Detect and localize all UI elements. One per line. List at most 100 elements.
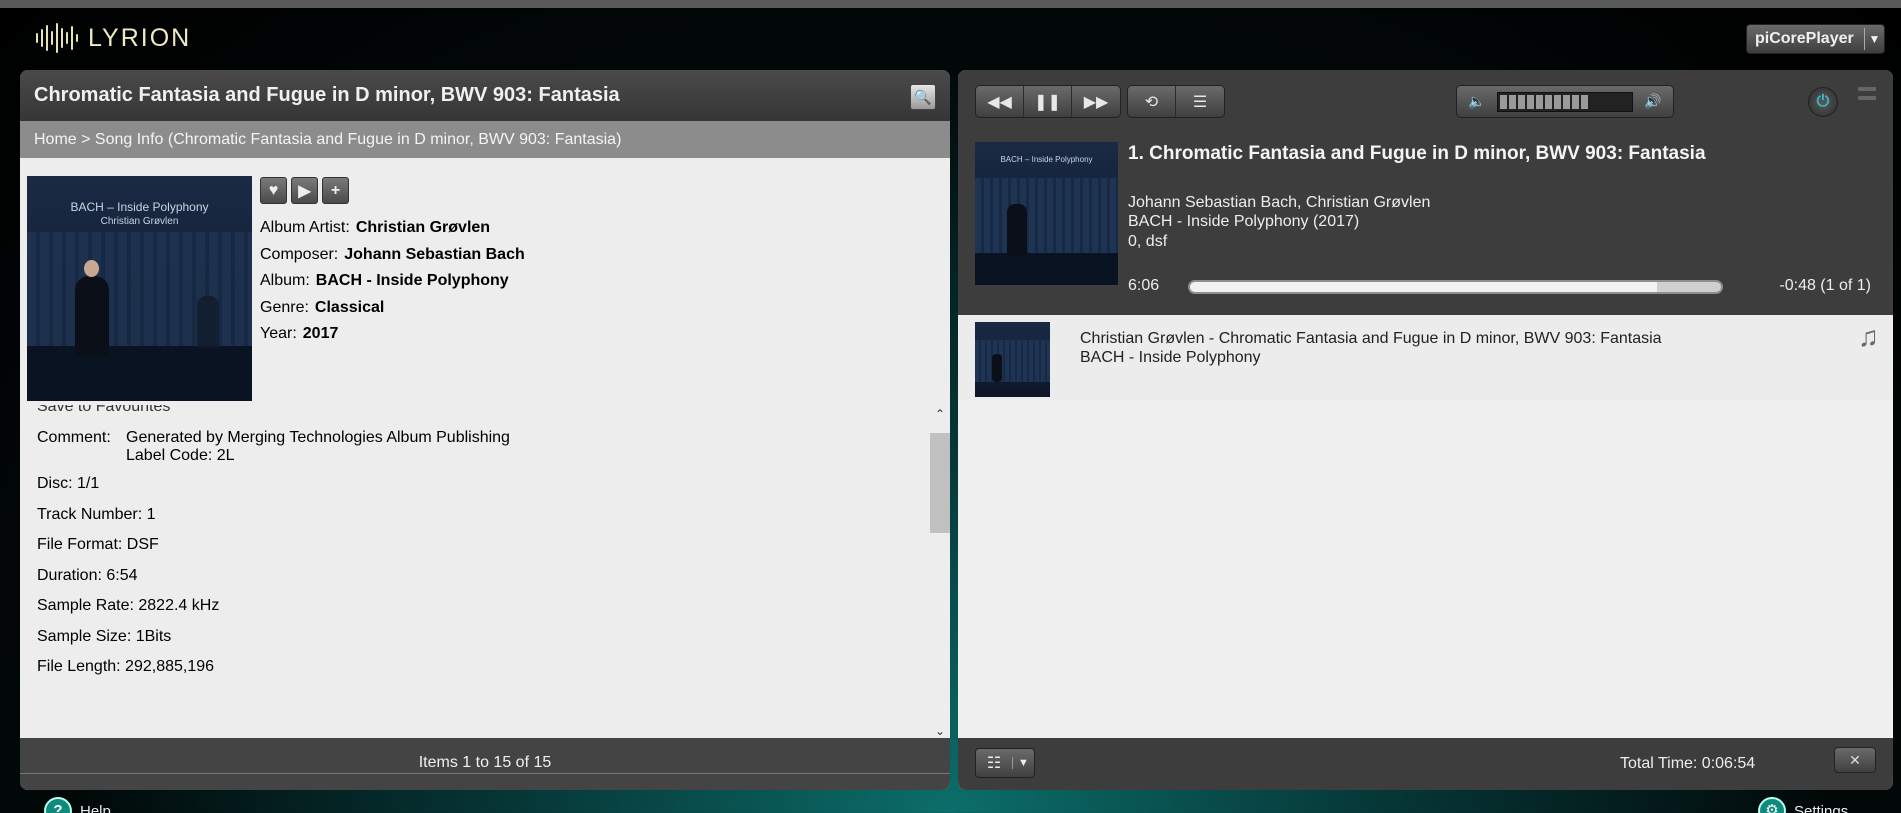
search-icon: 🔍 bbox=[914, 88, 932, 105]
song-actions: ♥ ▶ + bbox=[260, 177, 349, 204]
list-item: File Format: DSF bbox=[37, 536, 159, 553]
gear-icon: ⚙ bbox=[1758, 797, 1786, 813]
player-name: piCorePlayer bbox=[1755, 30, 1854, 47]
playlist-item-album: BACH - Inside Polyphony bbox=[1080, 349, 1261, 366]
list-item: File Length: 292,885,196 bbox=[37, 658, 215, 675]
volume-segment bbox=[1518, 94, 1525, 109]
volume-segment bbox=[1572, 94, 1579, 109]
chevron-down-icon: ▼ bbox=[1012, 757, 1034, 769]
speaker-high-icon: 🔊 bbox=[1644, 93, 1662, 109]
album-cover[interactable]: BACH – Inside Polyphony Christian Grøvle… bbox=[27, 176, 252, 401]
playlist-item[interactable]: Christian Grøvlen - Chromatic Fantasia a… bbox=[958, 315, 1893, 400]
song-details-list: Save to Favourites Comment: Generated by… bbox=[20, 405, 930, 740]
app-logo: LYRION bbox=[36, 22, 191, 54]
volume-segment bbox=[1545, 94, 1552, 109]
meta-label: Album: bbox=[260, 272, 310, 289]
favorite-button[interactable]: ♥ bbox=[260, 177, 287, 204]
scrollbar-thumb[interactable] bbox=[930, 433, 950, 533]
cover-title: BACH – Inside Polyphony bbox=[1000, 155, 1093, 164]
meta-label: Album Artist: bbox=[260, 219, 350, 236]
player-menu-button[interactable] bbox=[1858, 87, 1880, 117]
comment-label: Comment: bbox=[37, 429, 111, 446]
view-mode-button[interactable]: ☷ ▼ bbox=[975, 748, 1035, 778]
meta-value[interactable]: 2017 bbox=[303, 325, 339, 342]
repeat-button[interactable]: ⟲ bbox=[1128, 86, 1176, 117]
pause-button[interactable]: ❚❚ bbox=[1024, 86, 1072, 117]
meta-label: Year: bbox=[260, 325, 297, 342]
track-title[interactable]: 1. Chromatic Fantasia and Fugue in D min… bbox=[1128, 143, 1706, 165]
help-link[interactable]: ? Help bbox=[44, 797, 111, 813]
volume-segment bbox=[1536, 94, 1543, 109]
repeat-icon: ⟲ bbox=[1144, 93, 1159, 111]
list-item: Sample Rate: 2822.4 kHz bbox=[37, 597, 220, 614]
volume-segment bbox=[1554, 94, 1561, 109]
now-playing-cover[interactable]: BACH – Inside Polyphony bbox=[975, 142, 1118, 285]
progress-bar[interactable] bbox=[1188, 280, 1723, 294]
settings-link[interactable]: ⚙ Settings bbox=[1758, 797, 1848, 813]
list-item[interactable]: Save to Favourites bbox=[37, 405, 170, 416]
volume-up-button[interactable]: 🔊 bbox=[1633, 93, 1673, 110]
meta-value[interactable]: Johann Sebastian Bach bbox=[344, 246, 525, 263]
meta-row: Album: BACH - Inside Polyphony bbox=[260, 268, 525, 295]
list-item: Duration: 6:54 bbox=[37, 567, 138, 584]
page-title: Chromatic Fantasia and Fugue in D minor,… bbox=[34, 84, 620, 106]
settings-label: Settings bbox=[1794, 802, 1849, 813]
power-icon: ⏻ bbox=[1816, 93, 1830, 110]
meta-row: Year: 2017 bbox=[260, 321, 525, 348]
help-icon: ? bbox=[44, 797, 72, 813]
search-button[interactable]: 🔍 bbox=[910, 84, 936, 110]
playlist-footer: ☷ ▼ Total Time: 0:06:54 ✕ bbox=[958, 738, 1893, 790]
music-note-icon: ♫ bbox=[1858, 321, 1879, 352]
list-item: Track Number: 1 bbox=[37, 506, 156, 523]
volume-down-button[interactable]: 🔈 bbox=[1457, 93, 1497, 110]
scrollbar[interactable]: ⌃ ⌄ bbox=[930, 405, 950, 740]
list-view-icon: ☷ bbox=[986, 755, 1002, 772]
volume-segment bbox=[1527, 94, 1534, 109]
volume-segment bbox=[1500, 94, 1507, 109]
rewind-button[interactable]: ◀◀ bbox=[976, 86, 1024, 117]
now-playing-panel: ◀◀ ❚❚ ▶▶ ⟲ ☰ 🔈 🔊 ⏻ BACH – Inside Polypho… bbox=[958, 70, 1893, 790]
logo-text: LYRION bbox=[88, 23, 192, 52]
fast-forward-button[interactable]: ▶▶ bbox=[1072, 86, 1120, 117]
comment-line: Label Code: 2L bbox=[126, 447, 235, 464]
shuffle-icon: ☰ bbox=[1192, 93, 1208, 111]
add-button[interactable]: + bbox=[322, 177, 349, 204]
cover-artist: Christian Grøvlen bbox=[100, 216, 179, 227]
chevron-down-icon[interactable]: ⌄ bbox=[930, 724, 950, 738]
chevron-down-icon: ▼ bbox=[1864, 28, 1884, 50]
track-album[interactable]: BACH - Inside Polyphony (2017) bbox=[1128, 213, 1359, 231]
playlist-thumbnail bbox=[975, 322, 1050, 397]
song-info-panel: Chromatic Fantasia and Fugue in D minor,… bbox=[20, 70, 950, 790]
chevron-up-icon[interactable]: ⌃ bbox=[930, 407, 950, 421]
play-icon: ▶ bbox=[298, 182, 311, 200]
meta-row: Composer: Johann Sebastian Bach bbox=[260, 242, 525, 269]
meta-row: Genre: Classical bbox=[260, 295, 525, 322]
power-button[interactable]: ⏻ bbox=[1808, 87, 1838, 117]
playlist-item-title: Christian Grøvlen - Chromatic Fantasia a… bbox=[1080, 330, 1662, 347]
shuffle-button[interactable]: ☰ bbox=[1176, 86, 1224, 117]
now-playing-area: ◀◀ ❚❚ ▶▶ ⟲ ☰ 🔈 🔊 ⏻ BACH – Inside Polypho… bbox=[958, 70, 1893, 315]
meta-label: Composer: bbox=[260, 245, 339, 263]
meta-value[interactable]: Classical bbox=[315, 299, 384, 316]
volume-control: 🔈 🔊 bbox=[1456, 85, 1674, 118]
plus-icon: + bbox=[330, 181, 341, 199]
play-button[interactable]: ▶ bbox=[291, 177, 318, 204]
list-item: Disc: 1/1 bbox=[37, 475, 100, 492]
player-selector[interactable]: piCorePlayer ▼ bbox=[1746, 24, 1885, 54]
mode-controls: ⟲ ☰ bbox=[1127, 85, 1225, 118]
volume-segment bbox=[1581, 94, 1588, 109]
track-artists[interactable]: Johann Sebastian Bach, Christian Grøvlen bbox=[1128, 194, 1430, 212]
volume-slider[interactable] bbox=[1497, 91, 1633, 112]
volume-segment bbox=[1563, 94, 1570, 109]
clear-playlist-button[interactable]: ✕ bbox=[1834, 747, 1876, 773]
list-item: Sample Size: 1Bits bbox=[37, 628, 172, 645]
comment-row: Comment: bbox=[37, 429, 111, 447]
logo-waveform-icon bbox=[36, 22, 78, 54]
items-count: Items 1 to 15 of 15 bbox=[20, 738, 950, 790]
breadcrumb[interactable]: Home > Song Info (Chromatic Fantasia and… bbox=[20, 121, 950, 158]
meta-row: Album Artist: Christian Grøvlen bbox=[260, 215, 525, 242]
elapsed-time: 6:06 bbox=[1128, 277, 1160, 294]
meta-value[interactable]: Christian Grøvlen bbox=[356, 219, 490, 236]
volume-segment bbox=[1509, 94, 1516, 109]
meta-value[interactable]: BACH - Inside Polyphony bbox=[316, 272, 509, 289]
